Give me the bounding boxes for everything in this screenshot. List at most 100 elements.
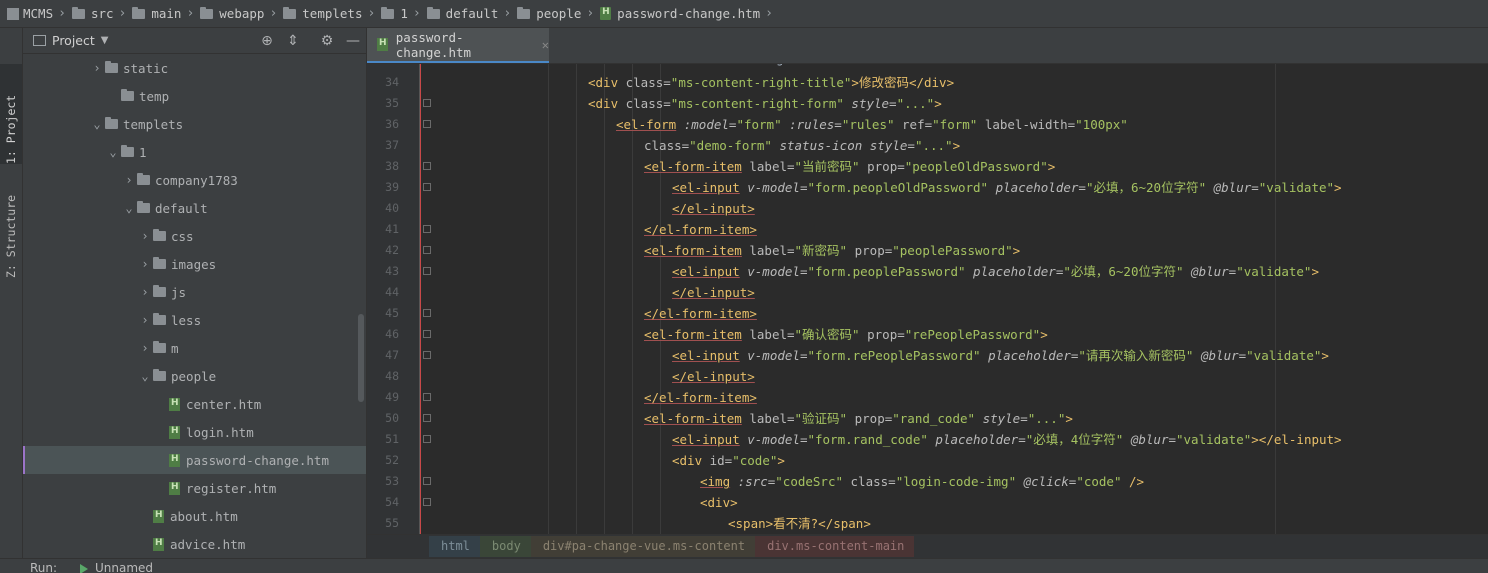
tree-file-item[interactable]: center.htm (23, 390, 366, 418)
code-line: 48 </el-input> (367, 366, 1488, 387)
fold-marker-icon[interactable] (423, 225, 431, 233)
line-number: 54 (385, 495, 399, 509)
tree-folder-item[interactable]: › static (23, 54, 366, 82)
collapse-all-icon[interactable]: ⇕ (280, 33, 306, 49)
fold-marker-icon[interactable] (423, 477, 431, 485)
code-editor[interactable]: <div class="ms-content-right"> 34 <div cla… (367, 64, 1488, 534)
code-line: 41 </el-form-item> (367, 219, 1488, 240)
fold-marker-icon[interactable] (423, 330, 431, 338)
fold-marker-icon[interactable] (423, 183, 431, 191)
fold-marker-icon[interactable] (423, 267, 431, 275)
tree-folder-item[interactable]: › css (23, 222, 366, 250)
tree-file-item[interactable]: about.htm (23, 502, 366, 530)
tree-file-item[interactable]: login.htm (23, 418, 366, 446)
tree-item-label: default (155, 200, 208, 216)
tree-folder-item[interactable]: temp (23, 82, 366, 110)
chevron-right-icon[interactable]: › (137, 341, 153, 355)
run-config-name[interactable]: Unnamed (95, 561, 153, 573)
tree-file-item[interactable]: password-change.htm (23, 446, 366, 474)
breadcrumb-item[interactable]: people › (511, 6, 594, 21)
breadcrumb-item[interactable]: default › (421, 6, 511, 21)
breadcrumb-item[interactable]: MCMS › (0, 6, 66, 21)
code-token: > (1012, 243, 1021, 258)
crumb-content-div[interactable]: div#pa-change-vue.ms-content (530, 536, 756, 557)
chevron-right-icon[interactable]: › (137, 229, 153, 243)
code-token: v-model= (739, 348, 808, 363)
folder-icon (153, 229, 166, 241)
project-tool-tab[interactable]: 1: Project (0, 64, 22, 164)
code-line: 37 class="demo-form" status-icon style=".… (367, 135, 1488, 156)
breadcrumb-label: 1 (400, 6, 408, 21)
fold-marker-icon[interactable] (423, 162, 431, 170)
code-token: class= (644, 138, 690, 153)
breadcrumb-item[interactable]: main › (126, 6, 194, 21)
tree-folder-item[interactable]: › m (23, 334, 366, 362)
code-token: "确认密码" (794, 327, 860, 342)
breadcrumb-item[interactable]: 1 › (375, 6, 421, 21)
breadcrumb-item[interactable]: webapp › (194, 6, 277, 21)
tree-folder-item[interactable]: › less (23, 306, 366, 334)
tree-folder-item[interactable]: ⌄ templets (23, 110, 366, 138)
line-number: 43 (385, 264, 399, 278)
chevron-right-icon[interactable]: › (137, 285, 153, 299)
tree-item-label: login.htm (186, 424, 254, 440)
fold-marker-icon[interactable] (423, 414, 431, 422)
code-text: <div id="code"> (672, 450, 785, 471)
chevron-right-icon[interactable]: › (89, 61, 105, 75)
chevron-down-icon[interactable]: ⌄ (89, 117, 105, 131)
locate-icon[interactable]: ⊕ (254, 33, 280, 49)
code-token: <el-form-item (644, 243, 742, 258)
chevron-down-icon[interactable]: ⌄ (105, 145, 121, 159)
tree-folder-item[interactable]: › js (23, 278, 366, 306)
tree-file-item[interactable]: register.htm (23, 474, 366, 502)
tree-folder-item[interactable]: › company1783 (23, 166, 366, 194)
tree-folder-item[interactable]: › images (23, 250, 366, 278)
structure-tool-tab[interactable]: Z: Structure (0, 174, 22, 278)
fold-marker-icon[interactable] (423, 351, 431, 359)
tree-item-label: images (171, 256, 217, 272)
fold-marker-icon[interactable] (423, 498, 431, 506)
chevron-right-icon[interactable]: › (137, 313, 153, 327)
close-icon[interactable]: ✕ (542, 38, 549, 52)
code-token: "form" (736, 117, 782, 132)
fold-marker-icon[interactable] (423, 393, 431, 401)
code-text: <el-input v-model="form.rand_code" place… (672, 429, 1342, 450)
code-text: <el-input v-model="form.peopleOldPasswor… (672, 177, 1342, 198)
code-line: 35 <div class="ms-content-right-form" sty… (367, 93, 1488, 114)
chevron-down-icon[interactable]: ⌄ (121, 201, 137, 215)
chevron-right-icon[interactable]: › (137, 257, 153, 271)
tree-folder-item[interactable]: ⌄ default (23, 194, 366, 222)
folder-icon (121, 145, 134, 157)
fold-marker-icon[interactable] (423, 435, 431, 443)
line-number: 47 (385, 348, 399, 362)
folder-icon (121, 89, 134, 101)
code-token: <span>看不清?</span> (728, 516, 871, 531)
gear-icon[interactable]: ⚙ (314, 33, 340, 49)
crumb-html[interactable]: html (429, 536, 480, 557)
tree-scrollbar[interactable] (358, 314, 364, 402)
code-text: </el-input> (672, 282, 755, 303)
breadcrumb-item[interactable]: src › (66, 6, 126, 21)
crumb-body[interactable]: body (479, 536, 531, 557)
tree-file-item[interactable]: advice.htm (23, 530, 366, 558)
tree-folder-item[interactable]: ⌄ people (23, 362, 366, 390)
chevron-down-icon[interactable]: ▼ (101, 35, 109, 46)
fold-marker-icon[interactable] (423, 99, 431, 107)
breadcrumb-item[interactable]: templets › (277, 6, 375, 21)
tree-folder-item[interactable]: ⌄ 1 (23, 138, 366, 166)
crumb-main-div[interactable]: div.ms-content-main (755, 536, 915, 557)
code-text: <div> (700, 492, 738, 513)
chevron-down-icon[interactable]: ⌄ (137, 369, 153, 383)
code-token: ></el-input> (1251, 432, 1342, 447)
fold-marker-icon[interactable] (423, 120, 431, 128)
folder-icon (153, 285, 166, 297)
fold-marker-icon[interactable] (423, 309, 431, 317)
project-view-selector[interactable]: Project (52, 33, 95, 48)
code-token: "rePeoplePassword" (904, 327, 1041, 342)
tab-password-change[interactable]: password-change.htm ✕ (367, 28, 549, 63)
hide-panel-icon[interactable]: — (340, 33, 366, 49)
chevron-right-icon[interactable]: › (121, 173, 137, 187)
fold-marker-icon[interactable] (423, 246, 431, 254)
breadcrumb-item[interactable]: password-change.htm › (594, 6, 773, 21)
code-token: </el-form-item> (644, 390, 757, 405)
